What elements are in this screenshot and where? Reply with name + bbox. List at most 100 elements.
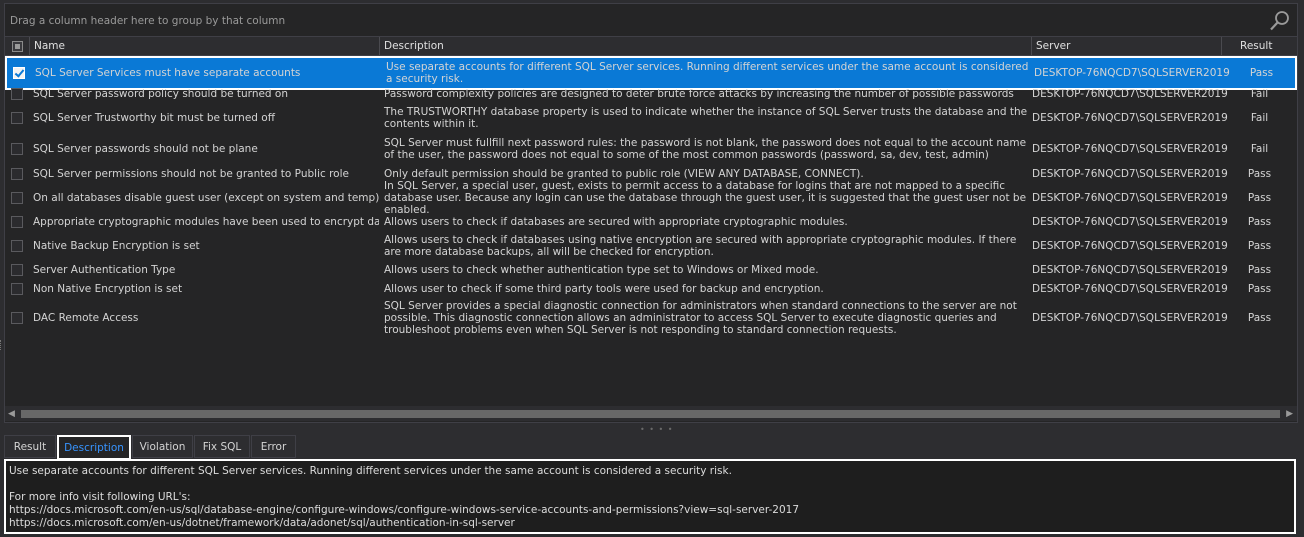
cell-description: Allows users to check if databases are s…: [384, 213, 1032, 231]
table-row[interactable]: SQL Server passwords should not be plane…: [5, 133, 1297, 165]
cell-description: In SQL Server, a special user, guest, ex…: [384, 180, 1032, 216]
row-checkbox-cell[interactable]: [7, 58, 31, 88]
cell-server: DESKTOP-76NQCD7\SQLSERVER2019: [1032, 143, 1228, 155]
cell-name: SQL Server Services must have separate a…: [35, 67, 301, 79]
table-row[interactable]: SQL Server password policy should be tur…: [5, 85, 1297, 103]
cell-result: Pass: [1247, 282, 1272, 295]
group-panel-hint: Drag a column header here to group by th…: [10, 15, 286, 27]
cell-name: On all databases disable guest user (exc…: [33, 192, 379, 204]
cell-description-text: Password complexity policies are designe…: [384, 88, 1014, 100]
row-checkbox[interactable]: [13, 67, 25, 79]
row-checkbox[interactable]: [11, 216, 23, 228]
scroll-left-icon[interactable]: ◀: [8, 409, 15, 419]
cell-name: Appropriate cryptographic modules have b…: [33, 216, 379, 228]
table-row[interactable]: On all databases disable guest user (exc…: [5, 180, 1297, 216]
cell-server: DESKTOP-76NQCD7\SQLSERVER2019: [1032, 192, 1228, 204]
cell-result: Fail: [1250, 143, 1269, 155]
cell-name: Non Native Encryption is set: [33, 282, 183, 295]
cell-server: DESKTOP-76NQCD7\SQLSERVER2019: [1032, 264, 1228, 276]
cell-server: DESKTOP-76NQCD7\SQLSERVER2019: [1034, 67, 1230, 79]
column-header-result[interactable]: Result: [1222, 37, 1297, 55]
row-checkbox[interactable]: [11, 88, 23, 100]
table-row[interactable]: Native Backup Encryption is set Allows us…: [5, 231, 1297, 261]
cell-description-text: SQL Server provides a special diagnostic…: [384, 300, 1017, 336]
tab-description[interactable]: Description: [57, 435, 131, 460]
select-all-cell[interactable]: [5, 37, 30, 55]
cell-description: Use separate accounts for different SQL …: [386, 58, 1034, 88]
splitter-grip-left[interactable]: [0, 340, 3, 350]
row-checkbox[interactable]: [11, 240, 23, 252]
cell-result: Pass: [1247, 192, 1272, 204]
select-all-checkbox[interactable]: [12, 41, 23, 52]
row-checkbox[interactable]: [11, 192, 23, 204]
cell-server: DESKTOP-76NQCD7\SQLSERVER2019: [1032, 112, 1228, 124]
table-row[interactable]: Appropriate cryptographic modules have b…: [5, 213, 1297, 231]
table-row[interactable]: Non Native Encryption is set Allows user …: [5, 279, 1297, 298]
horizontal-scrollbar[interactable]: ◀ ▶: [5, 406, 1297, 421]
info-link[interactable]: https://docs.microsoft.com/en-us/sql/dat…: [9, 504, 799, 516]
description-text: Use separate accounts for different SQL …: [9, 465, 732, 477]
tab-violation[interactable]: Violation: [132, 435, 193, 458]
cell-description-text: Allows users to check if databases using…: [384, 234, 1017, 258]
cell-name: SQL Server passwords should not be plane: [33, 143, 258, 155]
cell-description-text: Allows users to check whether authentica…: [384, 264, 819, 276]
row-checkbox[interactable]: [11, 168, 23, 180]
row-checkbox-cell[interactable]: [5, 85, 29, 103]
cell-description: Password complexity policies are designe…: [384, 85, 1032, 103]
column-header-server[interactable]: Server: [1032, 37, 1222, 55]
cell-server: DESKTOP-76NQCD7\SQLSERVER2019: [1032, 168, 1228, 180]
cell-server: DESKTOP-76NQCD7\SQLSERVER2019: [1032, 216, 1228, 228]
cell-result: Pass: [1247, 168, 1272, 180]
row-checkbox-cell[interactable]: [5, 231, 29, 261]
group-panel[interactable]: Drag a column header here to group by th…: [5, 4, 1297, 37]
table-row[interactable]: Server Authentication Type Allows users t…: [5, 261, 1297, 279]
tab-error[interactable]: Error: [251, 435, 296, 458]
row-checkbox[interactable]: [11, 282, 23, 295]
splitter-grip[interactable]: • • • •: [640, 425, 674, 434]
tab-result[interactable]: Result: [4, 435, 56, 458]
cell-name: Server Authentication Type: [33, 264, 176, 276]
row-checkbox[interactable]: [11, 143, 23, 155]
row-checkbox-cell[interactable]: [5, 133, 29, 165]
cell-result: Pass: [1249, 67, 1274, 79]
cell-description-text: Allows user to check if some third party…: [384, 282, 824, 295]
row-checkbox-cell[interactable]: [5, 298, 29, 338]
description-panel[interactable]: Use separate accounts for different SQL …: [4, 459, 1296, 534]
cell-server: DESKTOP-76NQCD7\SQLSERVER2019: [1032, 240, 1228, 252]
cell-result: Pass: [1247, 216, 1272, 228]
cell-description-text: The TRUSTWORTHY database property is use…: [384, 106, 1028, 130]
tab-fix-sql[interactable]: Fix SQL: [194, 435, 250, 458]
cell-result: Fail: [1250, 88, 1269, 100]
cell-result: Pass: [1247, 240, 1272, 252]
row-checkbox-cell[interactable]: [5, 261, 29, 279]
cell-description-text: In SQL Server, a special user, guest, ex…: [384, 180, 1027, 216]
row-checkbox[interactable]: [11, 112, 23, 124]
column-header-description[interactable]: Description: [380, 37, 1032, 55]
scrollbar-thumb[interactable]: [21, 410, 1280, 418]
table-row[interactable]: DAC Remote Access SQL Server provides a s…: [5, 298, 1297, 338]
column-header-name[interactable]: Name: [30, 37, 380, 55]
cell-name: Native Backup Encryption is set: [33, 240, 200, 252]
search-icon[interactable]: [1269, 10, 1291, 32]
row-checkbox-cell[interactable]: [5, 183, 29, 213]
cell-server: DESKTOP-76NQCD7\SQLSERVER2019: [1032, 88, 1228, 100]
row-checkbox[interactable]: [11, 312, 23, 324]
cell-description: Allows user to check if some third party…: [384, 279, 1032, 298]
cell-description: Allows users to check if databases using…: [384, 231, 1032, 261]
cell-name: DAC Remote Access: [33, 312, 139, 324]
cell-result: Pass: [1247, 264, 1272, 276]
row-checkbox-cell[interactable]: [5, 103, 29, 133]
cell-result: Fail: [1250, 112, 1269, 124]
row-checkbox-cell[interactable]: [5, 213, 29, 231]
cell-description-text: Use separate accounts for different SQL …: [386, 61, 1029, 85]
cell-name: SQL Server Trustworthy bit must be turne…: [33, 112, 275, 124]
row-checkbox[interactable]: [11, 264, 23, 276]
info-link[interactable]: https://docs.microsoft.com/en-us/dotnet/…: [9, 517, 515, 529]
cell-server: DESKTOP-76NQCD7\SQLSERVER2019: [1032, 312, 1228, 324]
scroll-right-icon[interactable]: ▶: [1286, 409, 1293, 419]
table-row[interactable]: SQL Server Trustworthy bit must be turne…: [5, 103, 1297, 133]
cell-description-text: SQL Server must fullfill next password r…: [384, 137, 1027, 161]
row-checkbox-cell[interactable]: [5, 165, 29, 183]
row-checkbox-cell[interactable]: [5, 279, 29, 298]
cell-description-text: Only default permission should be grante…: [384, 168, 864, 180]
